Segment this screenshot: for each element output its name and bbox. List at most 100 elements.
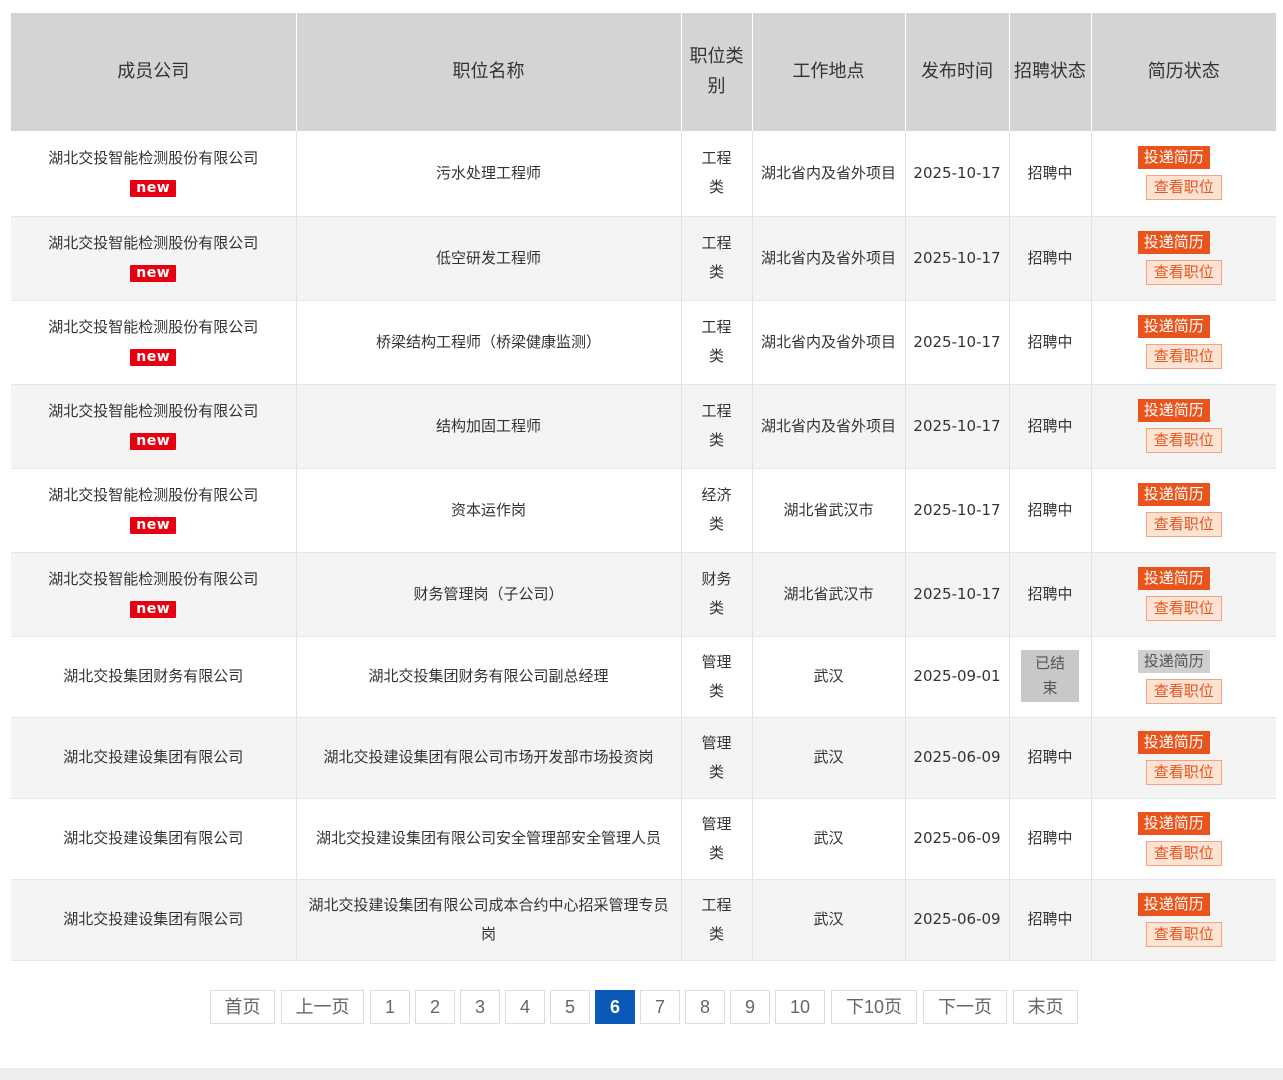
category-cell: 工程类 — [681, 384, 753, 469]
apply-resume-button[interactable]: 投递简历 — [1137, 567, 1210, 590]
apply-resume-button[interactable]: 投递简历 — [1137, 483, 1210, 506]
status-cell: 招聘中 — [1009, 216, 1092, 301]
pager-page-10[interactable]: 10 — [775, 990, 825, 1024]
table-row: 湖北交投智能检测股份有限公司 new 资本运作岗 经济类 湖北省武汉市 2025-10-1… — [11, 468, 1276, 553]
header-published: 发布时间 — [905, 13, 1010, 131]
company-name: 湖北交投智能检测股份有限公司 — [48, 486, 259, 504]
header-location: 工作地点 — [752, 13, 906, 131]
position-cell: 湖北交投建设集团有限公司成本合约中心招采管理专员岗 — [296, 879, 682, 961]
position-cell: 结构加固工程师 — [296, 384, 682, 469]
table-row: 湖北交投智能检测股份有限公司 new 污水处理工程师 工程类 湖北省内及省外项目 2025… — [11, 131, 1276, 217]
view-position-button[interactable]: 查看职位 — [1145, 921, 1222, 947]
resume-actions: 投递简历查看职位 — [1100, 567, 1269, 621]
view-position-button[interactable]: 查看职位 — [1145, 840, 1222, 866]
category-cell: 工程类 — [681, 879, 753, 961]
publish-date: 2025-06-09 — [913, 829, 1001, 847]
pager-next10-button[interactable]: 下10页 — [831, 990, 917, 1024]
resume-cell: 投递简历查看职位 — [1091, 798, 1276, 880]
pager-page-3[interactable]: 3 — [460, 990, 500, 1024]
location-cell: 湖北省内及省外项目 — [752, 131, 906, 217]
apply-resume-button[interactable]: 投递简历 — [1137, 811, 1210, 835]
apply-resume-button[interactable]: 投递简历 — [1137, 892, 1210, 916]
pager-page-7[interactable]: 7 — [640, 990, 680, 1024]
publish-date: 2025-10-17 — [913, 332, 1001, 351]
location-cell: 湖北省武汉市 — [752, 552, 906, 637]
new-badge: new — [130, 517, 177, 534]
position-name: 财务管理岗（子公司） — [413, 584, 564, 603]
resume-cell: 投递简历查看职位 — [1091, 131, 1276, 217]
company-name: 湖北交投智能检测股份有限公司 — [48, 570, 259, 588]
header-company: 成员公司 — [11, 13, 297, 131]
status-cell: 招聘中 — [1009, 468, 1092, 553]
date-cell: 2025-06-09 — [905, 717, 1010, 799]
apply-resume-button[interactable]: 投递简历 — [1137, 649, 1210, 673]
company-name: 湖北交投建设集团有限公司 — [63, 829, 244, 847]
table-row: 湖北交投智能检测股份有限公司 new 低空研发工程师 工程类 湖北省内及省外项目 2025… — [11, 216, 1276, 301]
pager-page-1[interactable]: 1 — [370, 990, 410, 1024]
recruit-status: 已结束 — [1021, 650, 1079, 702]
company-name: 湖北交投智能检测股份有限公司 — [48, 149, 259, 168]
header-category: 职位类别 — [681, 13, 753, 131]
apply-resume-button[interactable]: 投递简历 — [1137, 146, 1210, 170]
date-cell: 2025-10-17 — [905, 216, 1010, 301]
position-name: 桥梁结构工程师（桥梁健康监测） — [375, 332, 601, 351]
category-cell: 管理类 — [681, 717, 753, 799]
view-position-button[interactable]: 查看职位 — [1145, 596, 1222, 621]
location-text: 湖北省内及省外项目 — [760, 248, 896, 267]
apply-resume-button[interactable]: 投递简历 — [1137, 399, 1210, 422]
position-name: 湖北交投建设集团有限公司市场开发部市场投资岗 — [323, 748, 654, 766]
view-position-button[interactable]: 查看职位 — [1145, 428, 1222, 453]
view-position-button[interactable]: 查看职位 — [1145, 678, 1222, 704]
position-name: 污水处理工程师 — [435, 163, 541, 182]
resume-actions: 投递简历查看职位 — [1100, 892, 1269, 947]
publish-date: 2025-06-09 — [913, 748, 1001, 766]
publish-date: 2025-09-01 — [913, 667, 1001, 685]
date-cell: 2025-10-17 — [905, 131, 1010, 217]
pager-page-5[interactable]: 5 — [550, 990, 590, 1024]
date-cell: 2025-10-17 — [905, 300, 1010, 385]
publish-date: 2025-06-09 — [913, 910, 1001, 928]
pager-last-button[interactable]: 末页 — [1013, 990, 1078, 1024]
pager-page-4[interactable]: 4 — [505, 990, 545, 1024]
table-row: 湖北交投智能检测股份有限公司 new 财务管理岗（子公司） 财务类 湖北省武汉市 2025… — [11, 552, 1276, 637]
location-text: 湖北省内及省外项目 — [760, 416, 896, 435]
position-cell: 湖北交投建设集团有限公司安全管理部安全管理人员 — [296, 798, 682, 880]
location-cell: 湖北省内及省外项目 — [752, 216, 906, 301]
view-position-button[interactable]: 查看职位 — [1145, 175, 1222, 201]
apply-resume-button[interactable]: 投递简历 — [1137, 315, 1210, 338]
company-cell: 湖北交投智能检测股份有限公司 new — [11, 384, 297, 469]
view-position-button[interactable]: 查看职位 — [1145, 260, 1222, 285]
location-text: 湖北省武汉市 — [783, 584, 874, 603]
view-position-button[interactable]: 查看职位 — [1145, 344, 1222, 369]
resume-cell: 投递简历查看职位 — [1091, 879, 1276, 961]
resume-actions: 投递简历查看职位 — [1100, 315, 1269, 369]
pager-page-2[interactable]: 2 — [415, 990, 455, 1024]
apply-resume-button[interactable]: 投递简历 — [1137, 730, 1210, 754]
location-text: 湖北省武汉市 — [783, 500, 874, 519]
company-name: 湖北交投集团财务有限公司 — [63, 667, 244, 685]
company-name: 湖北交投建设集团有限公司 — [63, 910, 244, 928]
pager-first-button[interactable]: 首页 — [210, 990, 275, 1024]
status-cell: 招聘中 — [1009, 798, 1092, 880]
company-cell: 湖北交投集团财务有限公司 — [11, 636, 297, 718]
company-name: 湖北交投智能检测股份有限公司 — [48, 234, 259, 252]
resume-actions: 投递简历查看职位 — [1100, 649, 1269, 704]
pager-page-8[interactable]: 8 — [685, 990, 725, 1024]
resume-actions: 投递简历查看职位 — [1100, 146, 1269, 201]
category-text: 工程类 — [701, 234, 732, 281]
view-position-button[interactable]: 查看职位 — [1145, 512, 1222, 537]
resume-cell: 投递简历查看职位 — [1091, 717, 1276, 799]
category-text: 工程类 — [701, 895, 732, 943]
location-cell: 湖北省内及省外项目 — [752, 384, 906, 469]
table-row: 湖北交投智能检测股份有限公司 new 结构加固工程师 工程类 湖北省内及省外项目 2025… — [11, 384, 1276, 469]
date-cell: 2025-09-01 — [905, 636, 1010, 718]
location-cell: 武汉 — [752, 798, 906, 880]
pager-page-6[interactable]: 6 — [595, 990, 635, 1024]
pager-next-button[interactable]: 下一页 — [923, 990, 1007, 1024]
view-position-button[interactable]: 查看职位 — [1145, 759, 1222, 785]
category-cell: 财务类 — [681, 552, 753, 637]
date-cell: 2025-10-17 — [905, 552, 1010, 637]
pager-page-9[interactable]: 9 — [730, 990, 770, 1024]
pager-prev-button[interactable]: 上一页 — [281, 990, 364, 1024]
apply-resume-button[interactable]: 投递简历 — [1137, 231, 1210, 254]
